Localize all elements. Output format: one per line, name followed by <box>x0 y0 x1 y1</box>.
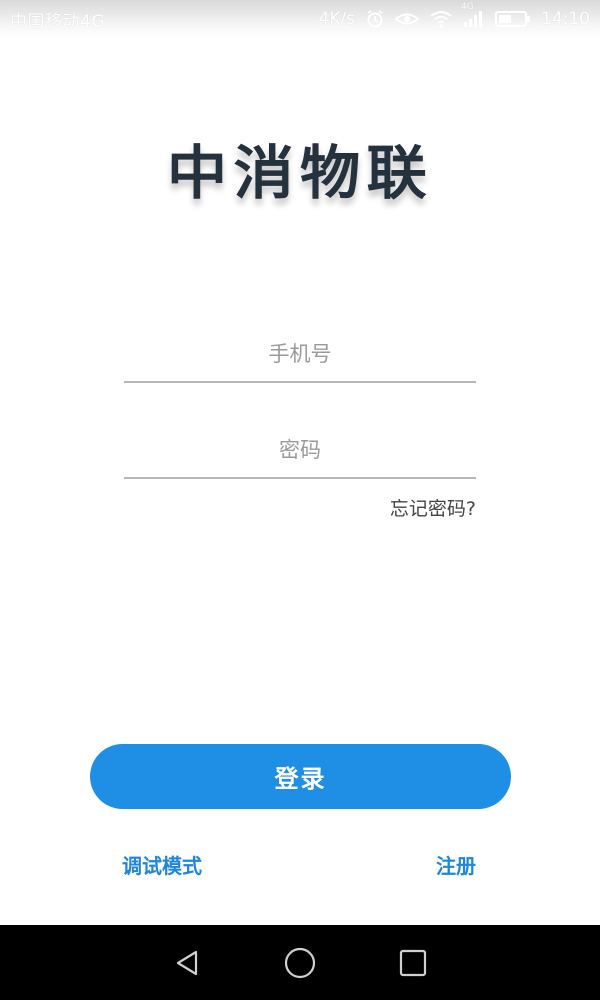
register-link[interactable]: 注册 <box>436 850 476 879</box>
clock: 14:10 <box>541 9 590 29</box>
recents-icon <box>400 949 427 976</box>
password-field <box>124 423 476 479</box>
phone-field <box>124 327 476 383</box>
back-button[interactable] <box>167 943 207 983</box>
alarm-icon <box>365 9 385 29</box>
carrier-label: 中国移动4G <box>10 11 105 32</box>
logo-text: 中消物联 <box>166 139 434 207</box>
recents-button[interactable] <box>393 943 433 983</box>
app-logo: 中消物联 <box>0 128 600 208</box>
home-button[interactable] <box>280 943 320 983</box>
password-input[interactable] <box>124 423 476 477</box>
network-speed: 4K/s <box>318 9 355 29</box>
back-icon <box>176 950 197 975</box>
battery-icon <box>495 10 531 28</box>
login-button[interactable]: 登录 <box>90 744 511 809</box>
forgot-password-link[interactable]: 忘记密码? <box>390 494 476 521</box>
network-badge: 4G <box>461 2 474 12</box>
home-icon <box>284 947 316 978</box>
signal-icon: 4G <box>461 2 485 28</box>
wifi-icon <box>429 10 453 28</box>
eye-icon <box>395 10 419 28</box>
phone-input[interactable] <box>124 327 476 381</box>
status-icons: 4K/s 4G 14:10 <box>318 2 590 29</box>
navigation-bar <box>0 925 600 1000</box>
status-bar: 中国移动4G 4K/s 4G 14:10 <box>0 0 600 38</box>
debug-mode-link[interactable]: 调试模式 <box>122 850 202 879</box>
